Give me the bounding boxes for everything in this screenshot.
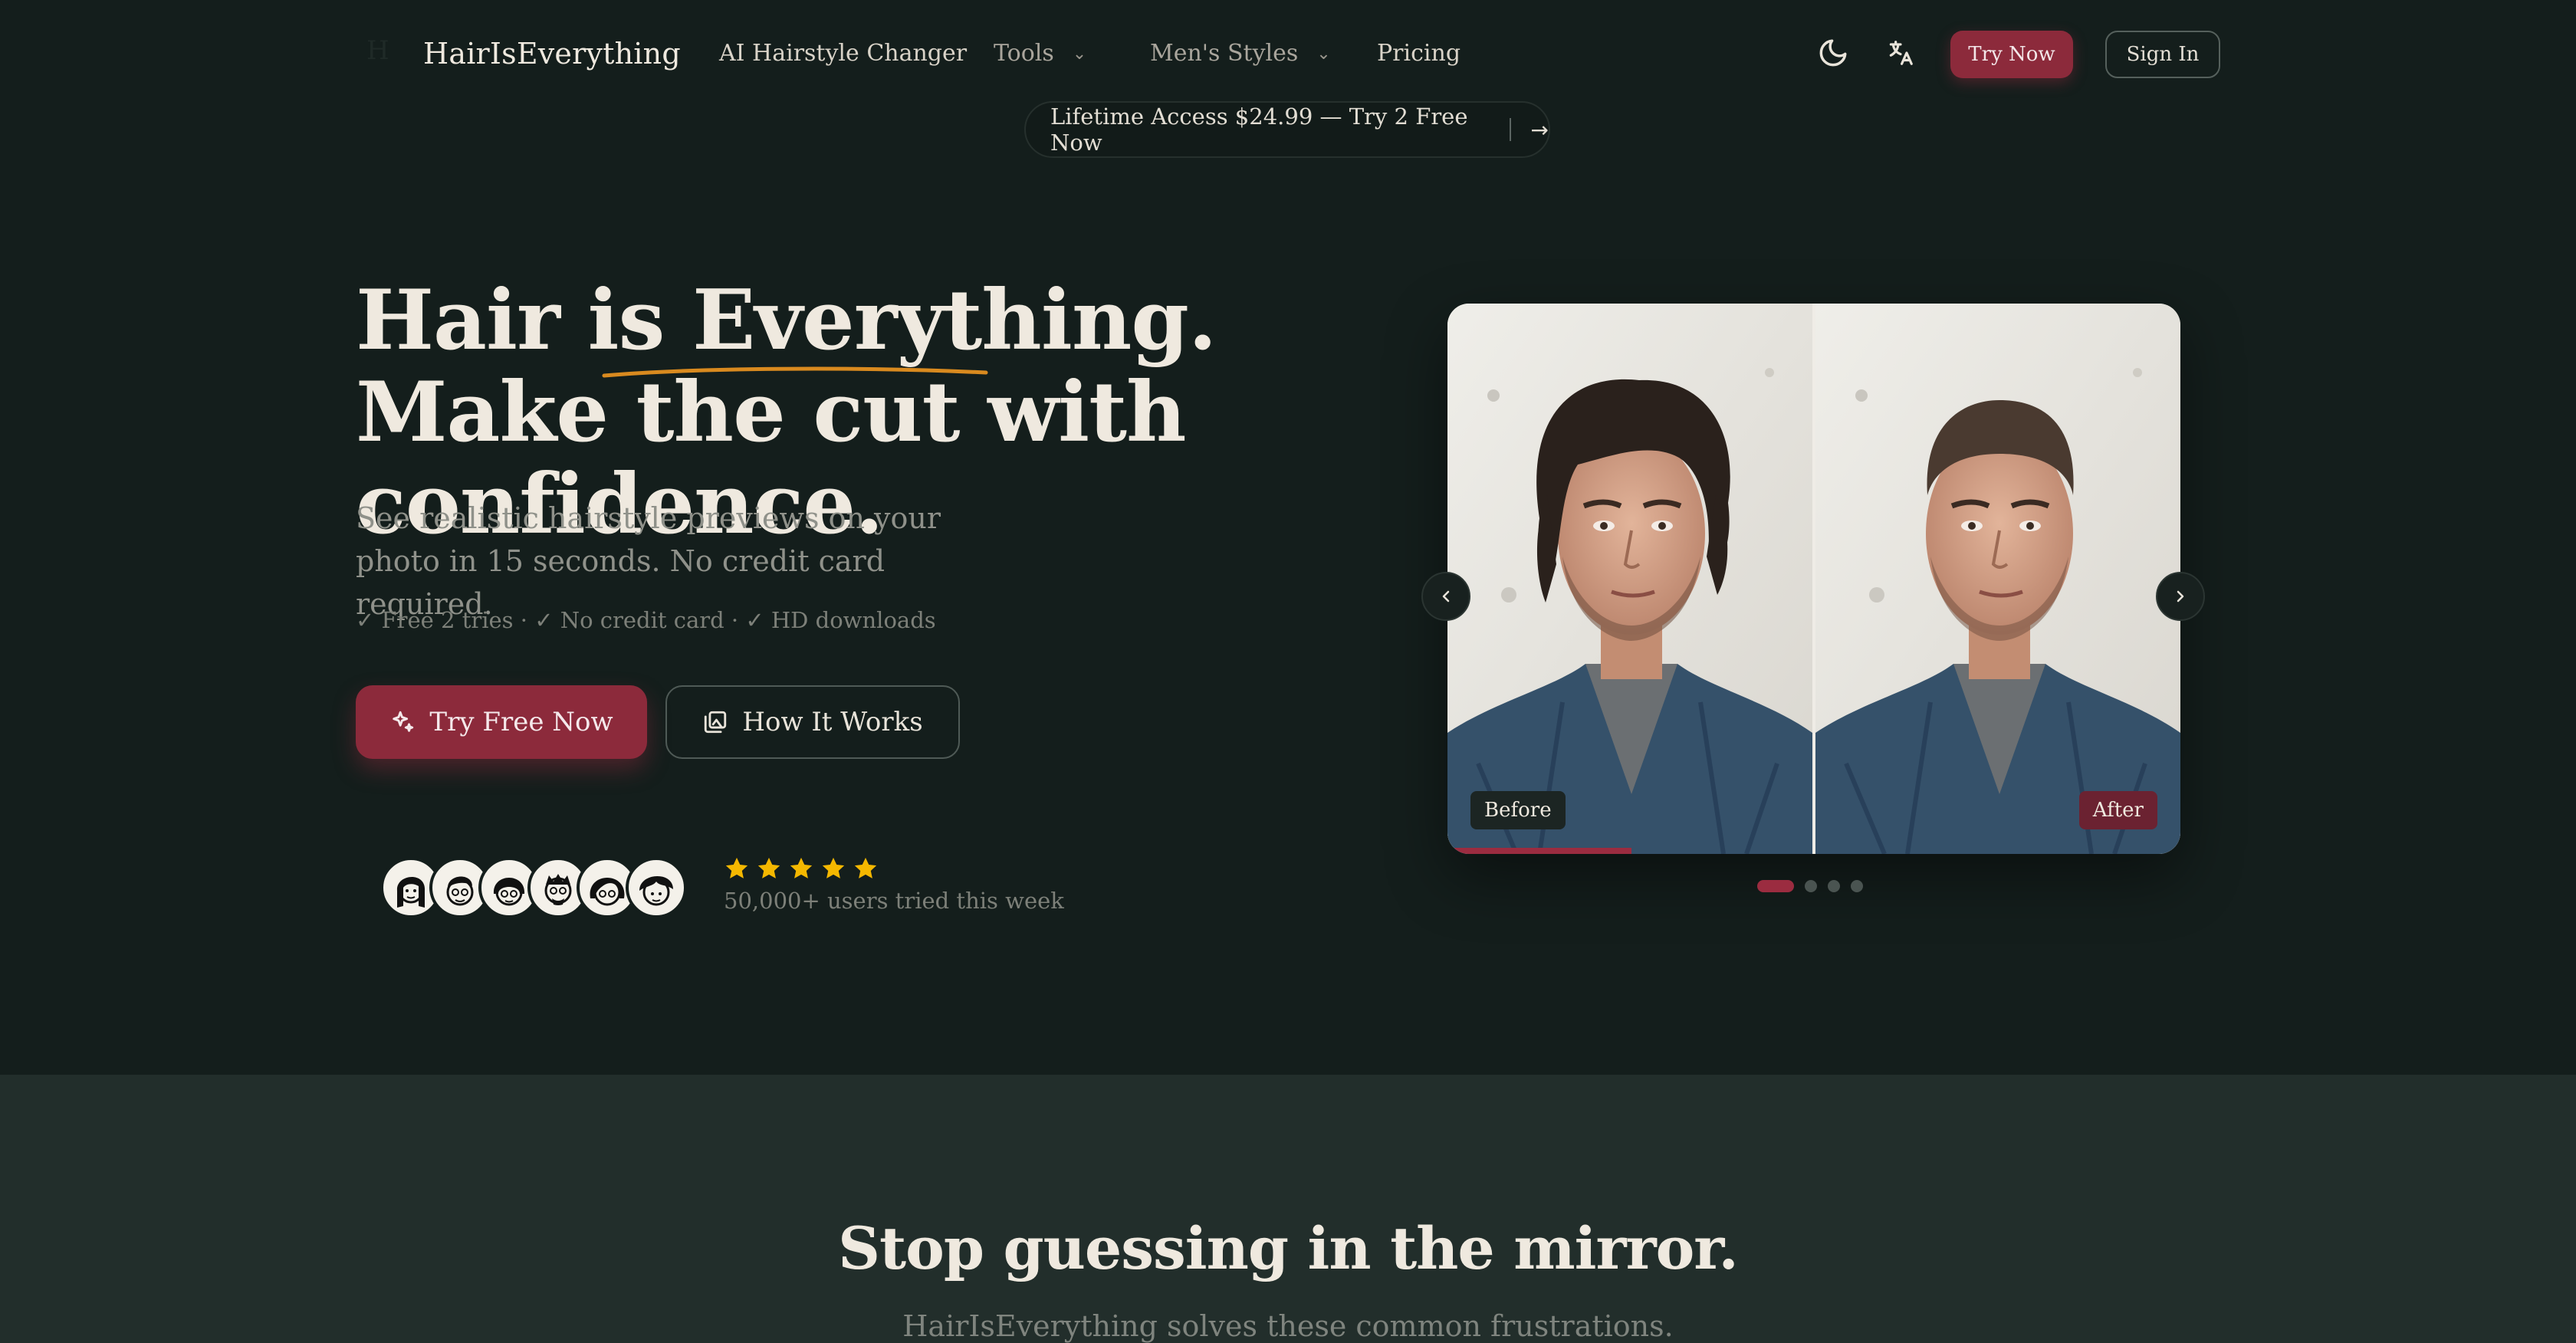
nav-ai-hairstyle-changer[interactable]: AI Hairstyle Changer [719, 40, 967, 67]
problems-section [0, 1075, 2576, 1343]
carousel-dot[interactable] [1851, 880, 1863, 892]
brand-name[interactable]: HairIsEverything [423, 37, 681, 71]
section-title: Stop guessing in the mirror. [838, 1214, 1739, 1282]
sign-in-button[interactable]: Sign In [2105, 31, 2220, 78]
hero-title-part: Hair is [356, 272, 692, 369]
chevron-right-icon [2177, 590, 2184, 603]
nav-mens-styles[interactable]: Men's Styles ⌄ [1150, 40, 1331, 67]
button-label: How It Works [742, 707, 923, 737]
next-slide-button[interactable] [2156, 572, 2205, 621]
arrow-right-icon: → [1530, 117, 1549, 143]
nav-pricing[interactable]: Pricing [1377, 40, 1460, 67]
nav-label: Men's Styles [1150, 40, 1299, 67]
nav-label: Tools [994, 40, 1054, 67]
site-header: H HairIsEverything AI Hairstyle Changer … [0, 0, 2576, 115]
chevron-left-icon [1442, 590, 1450, 603]
button-label: Try Free Now [429, 707, 613, 737]
chevron-down-icon: ⌄ [1072, 44, 1087, 64]
carousel-dot[interactable] [1805, 880, 1817, 892]
try-now-button[interactable]: Try Now [1950, 31, 2073, 78]
nav-label: AI Hairstyle Changer [719, 40, 968, 67]
section-subtitle: HairIsEverything solves these common fru… [902, 1309, 1674, 1343]
hero-subtitle: See realistic hairstyle previews on your… [356, 501, 941, 621]
star-icon [822, 857, 845, 878]
star-icon [790, 857, 813, 878]
chevron-down-icon: ⌄ [1316, 44, 1331, 64]
star-icon [757, 857, 780, 878]
hero-title-highlight: Everything [692, 272, 1189, 369]
previous-slide-button[interactable] [1421, 572, 1470, 621]
try-free-now-button[interactable]: Try Free Now [356, 685, 647, 759]
carousel-dot[interactable] [1757, 880, 1794, 892]
moon-icon[interactable] [1815, 35, 1851, 71]
nav-label: Pricing [1377, 40, 1461, 67]
social-proof-text: 50,000+ users tried this week [724, 888, 1064, 914]
highlight-underline [602, 366, 988, 378]
promo-separator [1509, 118, 1511, 141]
star-icon [854, 857, 877, 878]
after-label: After [2078, 791, 2157, 829]
slide-progress-bar [1447, 848, 1631, 854]
how-it-works-button[interactable]: How It Works [665, 685, 960, 759]
promo-banner[interactable]: Lifetime Access $24.99 — Try 2 Free Now … [1024, 101, 1550, 158]
images-icon [705, 711, 727, 734]
rating-stars [724, 855, 879, 882]
star-icon [725, 857, 748, 878]
sparkles-icon [393, 711, 414, 732]
carousel-dot[interactable] [1828, 880, 1840, 892]
after-image [1815, 304, 2180, 854]
promo-text: Lifetime Access $24.99 — Try 2 Free Now [1050, 103, 1468, 156]
carousel-dots [1757, 880, 1863, 892]
before-image [1447, 304, 1812, 854]
hero-feature-checks: ✓ Free 2 tries · ✓ No credit card · ✓ HD… [356, 607, 936, 633]
logo-icon[interactable]: H [366, 35, 393, 66]
translate-icon[interactable] [1883, 35, 1918, 71]
nav-tools[interactable]: Tools ⌄ [994, 40, 1086, 67]
before-after-preview[interactable]: Before After [1447, 304, 2180, 854]
before-label: Before [1470, 791, 1566, 829]
avatar [626, 857, 687, 918]
